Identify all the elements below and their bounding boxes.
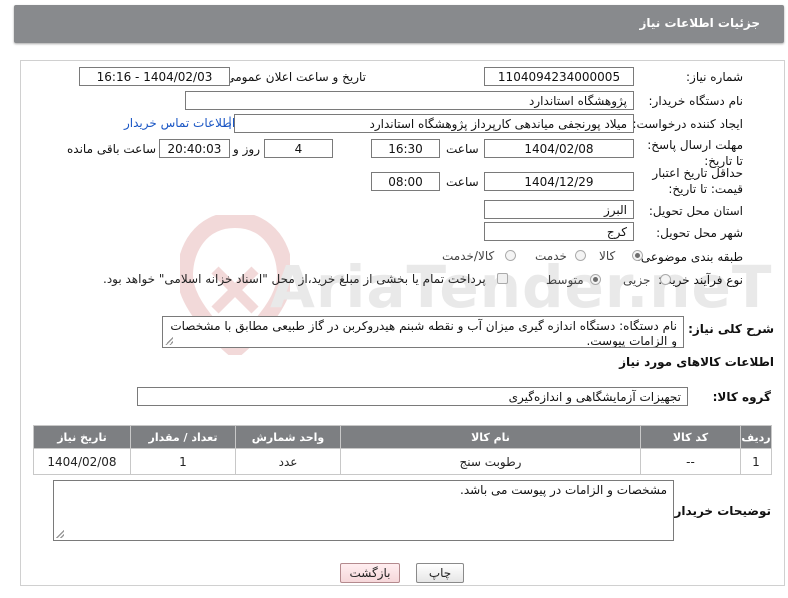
remaining-label: ساعت باقی مانده bbox=[67, 142, 157, 156]
days-count-field[interactable]: 4 bbox=[264, 139, 333, 158]
announce-label: تاریخ و ساعت اعلان عمومی: bbox=[221, 70, 366, 84]
buyer-org-field[interactable]: پژوهشگاه استاندارد bbox=[185, 91, 634, 110]
validity-date-field[interactable]: 1404/12/29 bbox=[484, 172, 634, 191]
summary-textarea[interactable]: نام دستگاه: دستگاه اندازه گیری میزان آب … bbox=[162, 316, 684, 348]
creator-label: ایجاد کننده درخواست: bbox=[632, 117, 743, 131]
validity-time-field[interactable]: 08:00 bbox=[371, 172, 440, 191]
col-item-code: کد کالا bbox=[640, 425, 741, 449]
process-medium-radio[interactable] bbox=[590, 274, 601, 285]
cell-item-code: -- bbox=[640, 448, 741, 475]
page-title: جزئیات اطلاعات نیاز bbox=[639, 16, 760, 30]
category-label: طبقه بندی موضوعی: bbox=[636, 250, 743, 264]
deadline-time-field[interactable]: 16:30 bbox=[371, 139, 440, 158]
deadline-date-field[interactable]: 1404/02/08 bbox=[484, 139, 634, 158]
city-field[interactable]: کرج bbox=[484, 222, 634, 241]
process-minor-radio[interactable] bbox=[660, 274, 671, 285]
back-button[interactable]: بازگشت bbox=[340, 563, 400, 583]
days-label: روز و bbox=[233, 142, 260, 156]
treasury-payment-checkbox[interactable] bbox=[497, 273, 508, 284]
category-both-label: کالا/خدمت bbox=[442, 249, 495, 263]
validity-label: حداقل تاریخ اعتبار قیمت: تا تاریخ: bbox=[652, 166, 743, 196]
category-service-radio[interactable] bbox=[575, 250, 586, 261]
process-medium-label: متوسط bbox=[546, 273, 584, 287]
goods-section-title: اطلاعات کالاهای مورد نیاز bbox=[619, 355, 774, 369]
city-label: شهر محل تحویل: bbox=[656, 226, 743, 240]
table-header-row: ردیف کد کالا نام کالا واحد شمارش تعداد /… bbox=[33, 425, 772, 449]
col-item-name: نام کالا bbox=[340, 425, 641, 449]
province-field[interactable]: البرز bbox=[484, 200, 634, 219]
need-number-label: شماره نیاز: bbox=[686, 70, 743, 84]
goods-group-label: گروه کالا: bbox=[712, 390, 771, 404]
summary-text: نام دستگاه: دستگاه اندازه گیری میزان آب … bbox=[170, 319, 677, 348]
col-row-number: ردیف bbox=[740, 425, 772, 449]
resize-handle-icon[interactable] bbox=[165, 337, 173, 345]
col-quantity: تعداد / مقدار bbox=[130, 425, 236, 449]
table-row[interactable]: 1 -- رطوبت سنج عدد 1 1404/02/08 bbox=[33, 448, 772, 475]
cell-unit: عدد bbox=[235, 448, 341, 475]
process-minor-label: جزیی bbox=[623, 273, 651, 287]
category-both-radio[interactable] bbox=[505, 250, 516, 261]
cell-need-date: 1404/02/08 bbox=[33, 448, 131, 475]
treasury-payment-note: پرداخت تمام یا بخشی از مبلغ خرید،از محل … bbox=[103, 272, 486, 286]
cell-row-number: 1 bbox=[740, 448, 772, 475]
print-button[interactable]: چاپ bbox=[416, 563, 464, 583]
need-number-field[interactable]: 1104094234000005 bbox=[484, 67, 634, 86]
announce-datetime-field[interactable]: 1404/02/03 - 16:16 bbox=[79, 67, 230, 86]
category-goods-radio[interactable] bbox=[632, 250, 643, 261]
buyer-org-label: نام دستگاه خریدار: bbox=[648, 94, 744, 108]
buyer-notes-textarea[interactable]: مشخصات و الزامات در پیوست می باشد. bbox=[53, 480, 674, 541]
validity-time-label: ساعت bbox=[446, 175, 479, 189]
buyer-notes-text: مشخصات و الزامات در پیوست می باشد. bbox=[460, 483, 667, 497]
category-goods-label: کالا bbox=[599, 249, 616, 263]
goods-group-field[interactable]: تجهیزات آزمایشگاهی و اندازه‌گیری bbox=[137, 387, 688, 406]
link-separator: | bbox=[228, 115, 233, 129]
col-need-date: تاریخ نیاز bbox=[33, 425, 131, 449]
summary-label: شرح کلی نیاز: bbox=[688, 322, 774, 336]
deadline-time-label: ساعت bbox=[446, 142, 479, 156]
remaining-time-field[interactable]: 20:40:03 bbox=[159, 139, 230, 158]
goods-table: ردیف کد کالا نام کالا واحد شمارش تعداد /… bbox=[33, 425, 772, 475]
cell-quantity: 1 bbox=[130, 448, 236, 475]
col-unit: واحد شمارش bbox=[235, 425, 341, 449]
province-label: استان محل تحویل: bbox=[648, 204, 743, 218]
creator-field[interactable]: میلاد پورنجفی میاندهی کارپرداز پژوهشگاه … bbox=[234, 114, 634, 133]
category-service-label: خدمت bbox=[535, 249, 567, 263]
buyer-notes-label: توضیحات خریدار: bbox=[669, 504, 771, 518]
buyer-contact-link[interactable]: اطلاعات تماس خریدار bbox=[124, 116, 235, 130]
resize-handle-icon[interactable] bbox=[56, 530, 64, 538]
cell-item-name: رطوبت سنج bbox=[340, 448, 641, 475]
